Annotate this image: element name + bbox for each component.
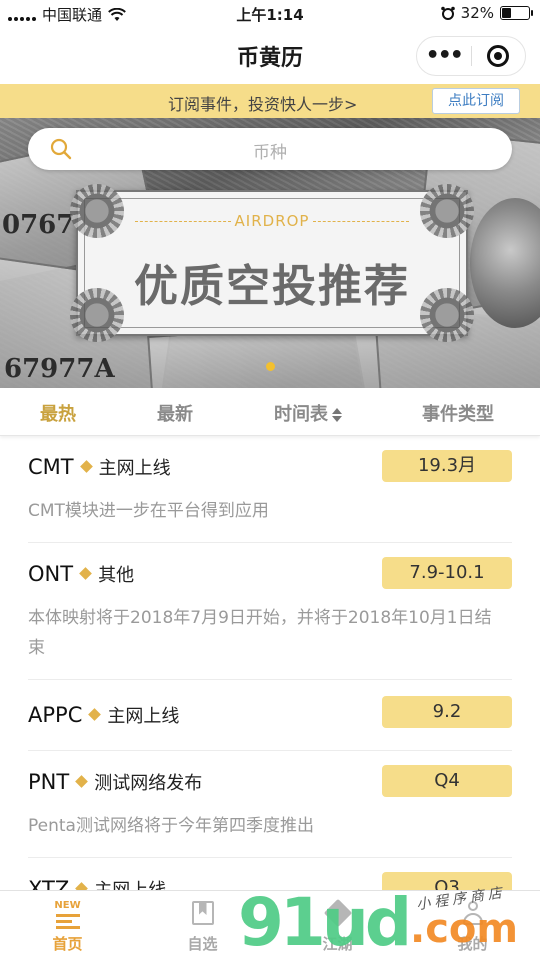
diamond-icon xyxy=(325,901,351,925)
date-badge: Q3 xyxy=(382,872,512,890)
bookmark-icon xyxy=(191,901,214,925)
hero-banner: 07679 67977A 币种 AIRDROP 优质空投推荐 xyxy=(0,118,540,388)
event-list: CMT 主网上线 19.3月 CMT模块进一步在平台得到应用 ONT 其他 7.9-… xyxy=(0,436,540,890)
event-type: 测试网络发布 xyxy=(94,773,203,794)
date-badge: 19.3月 xyxy=(382,450,512,482)
tab-watchlist[interactable]: 自选 xyxy=(135,891,270,960)
diamond-icon xyxy=(75,775,89,788)
new-badge: NEW xyxy=(54,900,81,911)
event-type: 主网上线 xyxy=(98,458,171,479)
event-type: 其他 xyxy=(98,565,135,586)
coin-symbol: PNT xyxy=(28,770,70,794)
list-item[interactable]: XTZ 主网上线 Q3 xyxy=(28,858,512,890)
tab-profile[interactable]: 我的 xyxy=(405,891,540,960)
sort-icon xyxy=(332,408,342,422)
date-badge: 7.9-10.1 xyxy=(382,557,512,589)
alarm-icon xyxy=(440,6,455,20)
tab-schedule[interactable]: 时间表 xyxy=(274,400,342,426)
airdrop-promo-card[interactable]: AIRDROP 优质空投推荐 xyxy=(70,184,474,342)
search-bar[interactable]: 币种 xyxy=(28,128,512,170)
battery-percent: 32% xyxy=(460,4,494,22)
diamond-icon xyxy=(88,708,102,721)
status-right: 32% xyxy=(440,4,533,22)
subscribe-banner: 订阅事件，投资快人一步> 点此订阅 xyxy=(0,84,540,118)
tab-hot[interactable]: 最热 xyxy=(40,400,76,426)
subscribe-button[interactable]: 点此订阅 xyxy=(432,88,520,114)
tab-latest[interactable]: 最新 xyxy=(157,400,193,426)
status-bar: 中国联通 上午1:14 32% xyxy=(0,0,540,28)
tab-home[interactable]: NEW 首页 xyxy=(0,891,135,960)
coin-symbol: ONT xyxy=(28,562,74,586)
card-title: 优质空投推荐 xyxy=(134,261,410,312)
diamond-icon xyxy=(79,460,93,473)
subscribe-text[interactable]: 订阅事件，投资快人一步> xyxy=(168,91,357,115)
diamond-icon xyxy=(75,882,89,890)
coin-symbol: XTZ xyxy=(28,877,70,890)
list-item[interactable]: ONT 其他 7.9-10.1 本体映射将于2018年7月9日开始，并将于2018… xyxy=(28,543,512,680)
target-icon xyxy=(487,45,510,67)
tab-event-type[interactable]: 事件类型 xyxy=(422,400,494,426)
carousel-dot[interactable] xyxy=(265,362,275,371)
diamond-icon xyxy=(79,567,92,580)
tab-community[interactable]: 江湖 xyxy=(270,891,405,960)
date-badge: 9.2 xyxy=(382,696,512,728)
coin-symbol: APPC xyxy=(28,703,83,727)
miniprogram-capsule: ••• xyxy=(416,36,526,76)
search-placeholder[interactable]: 币种 xyxy=(28,138,512,163)
tab-profile-label: 我的 xyxy=(457,935,488,953)
event-type: 主网上线 xyxy=(107,706,180,727)
tab-bar-top: 最热 最新 时间表 事件类型 xyxy=(0,388,540,436)
event-type: 主网上线 xyxy=(94,880,166,890)
event-description: 本体映射将于2018年7月9日开始，并将于2018年10月1日结束 xyxy=(28,608,492,658)
date-badge: Q4 xyxy=(382,765,512,797)
close-button[interactable] xyxy=(471,45,525,67)
battery-icon xyxy=(500,6,533,20)
tab-community-label: 江湖 xyxy=(322,935,353,953)
card-subtitle-row: AIRDROP xyxy=(78,212,466,230)
new-home-icon: NEW xyxy=(53,901,83,929)
person-icon xyxy=(460,901,486,927)
more-dots-icon[interactable]: ••• xyxy=(417,36,471,76)
tab-home-label: 首页 xyxy=(52,935,83,953)
event-description: CMT模块进一步在平台得到应用 xyxy=(28,501,269,521)
coin-symbol: CMT xyxy=(28,455,74,479)
tab-schedule-label: 时间表 xyxy=(274,404,328,425)
event-description: Penta测试网络将于今年第四季度推出 xyxy=(28,816,314,836)
list-item[interactable]: CMT 主网上线 19.3月 CMT模块进一步在平台得到应用 xyxy=(28,436,512,543)
tab-watchlist-label: 自选 xyxy=(187,935,218,953)
card-subtitle: AIRDROP xyxy=(234,212,310,230)
bottom-tab-bar: NEW 首页 自选 江湖 我的 xyxy=(0,890,540,960)
battery-fill xyxy=(502,8,511,18)
nav-bar: 币黄历 ••• xyxy=(0,28,540,84)
list-item[interactable]: PNT 测试网络发布 Q4 Penta测试网络将于今年第四季度推出 xyxy=(28,751,512,858)
list-item[interactable]: APPC 主网上线 9.2 xyxy=(28,680,512,751)
carousel-dots xyxy=(0,362,540,371)
